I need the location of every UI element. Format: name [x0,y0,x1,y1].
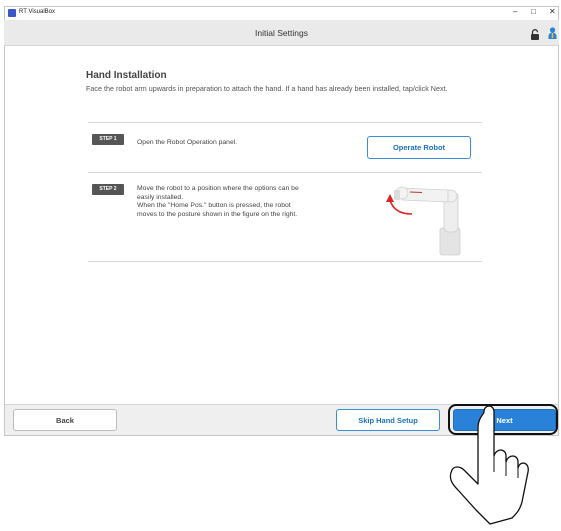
page-header: Initial Settings [4,20,559,46]
step-2-line: Move the robot to a position where the o… [137,185,299,192]
app-logo-icon [8,9,16,17]
section-description: Face the robot arm upwards in preparatio… [86,84,448,93]
section-title: Hand Installation [86,70,167,81]
minimize-button[interactable]: – [513,7,517,16]
step-2-line: When the "Home Pos." button is pressed, … [137,202,291,209]
step-2-badge: STEP 2 [92,184,124,195]
step-2-line: moves to the posture shown in the figure… [137,210,298,218]
step-2-text: Move the robot to a position where the o… [137,185,347,219]
step-1-text: Open the Robot Operation panel. [137,139,238,146]
skip-hand-setup-button[interactable]: Skip Hand Setup [336,409,440,431]
tap-hand-icon [428,398,538,531]
robot-arm-icon [382,178,472,263]
maximize-button[interactable]: □ [531,7,536,16]
back-button[interactable]: Back [13,409,117,431]
app-title: RT VisualBox [19,9,56,15]
title-bar: RT VisualBox – □ ✕ [4,6,559,20]
operate-robot-button[interactable]: Operate Robot [367,136,471,159]
lock-icon[interactable] [530,27,540,45]
step-1-badge: STEP 1 [92,134,124,145]
page-title: Initial Settings [255,28,308,38]
close-button[interactable]: ✕ [549,7,556,16]
user-icon[interactable] [548,26,557,44]
divider [88,122,482,123]
divider [88,261,482,262]
divider [88,172,482,173]
step-2-line: easily installed. [137,193,184,201]
